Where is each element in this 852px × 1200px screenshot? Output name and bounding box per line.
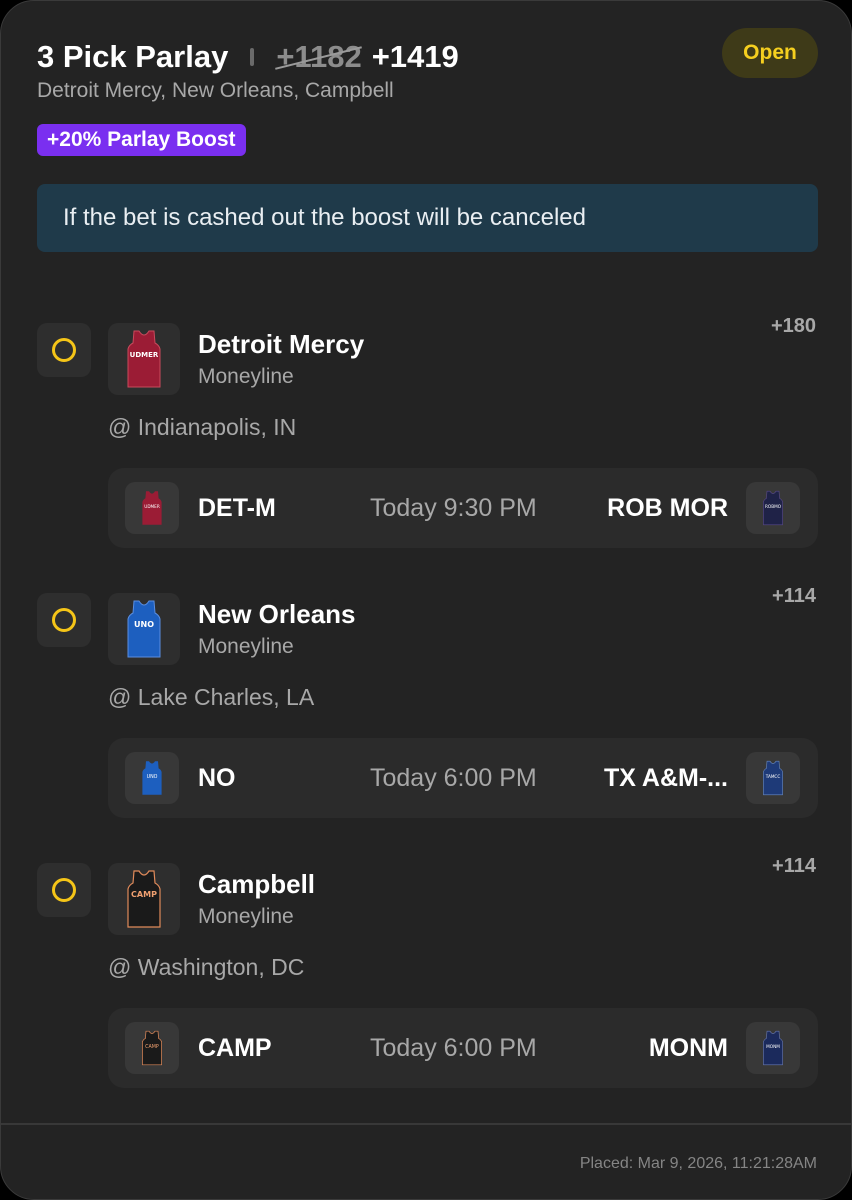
team-jersey-icon: UDMER: [108, 323, 180, 395]
status-badge: Open: [722, 28, 818, 78]
home-jersey-icon: UDMER: [125, 482, 179, 534]
matchup-row[interactable]: UDMER DET-M Today 9:30 PM ROB MOR ROBMO: [108, 468, 818, 548]
parlay-teams-subtitle: Detroit Mercy, New Orleans, Campbell: [37, 79, 394, 102]
parlay-leg[interactable]: UNO New Orleans Moneyline +114 @ Lake Ch…: [1, 585, 851, 863]
original-odds: +1182: [276, 39, 362, 74]
matchup-row[interactable]: CAMP CAMP Today 6:00 PM MONM MONM: [108, 1008, 818, 1088]
pick-status-icon: [37, 863, 91, 917]
svg-text:MONM: MONM: [766, 1044, 780, 1049]
leg-odds: +114: [772, 855, 816, 877]
leg-market: Moneyline: [198, 905, 294, 928]
cashout-notice: If the bet is cashed out the boost will …: [37, 184, 818, 252]
team-jersey-icon: UNO: [108, 593, 180, 665]
leg-odds: +180: [770, 315, 816, 337]
svg-text:UNO: UNO: [134, 620, 154, 629]
svg-text:UDMER: UDMER: [130, 351, 159, 359]
team-jersey-icon: CAMP: [108, 863, 180, 935]
away-team-abbr: ROB MOR: [607, 494, 728, 522]
pick-status-icon: [37, 323, 91, 377]
leg-team-name: New Orleans: [198, 599, 356, 629]
leg-team-name: Detroit Mercy: [198, 329, 365, 359]
leg-location: @ Lake Charles, LA: [108, 684, 315, 710]
boosted-odds: +1419: [371, 39, 459, 74]
parlay-header: 3 Pick Parlay +1182 +1419: [37, 37, 459, 77]
matchup-row[interactable]: UNO NO Today 6:00 PM TX A&M-... TAMCC: [108, 738, 818, 818]
game-time: Today 6:00 PM: [370, 1034, 537, 1062]
leg-team-name: Campbell: [198, 869, 316, 899]
leg-market: Moneyline: [198, 635, 294, 658]
leg-odds: +114: [772, 585, 816, 607]
leg-location: @ Washington, DC: [108, 954, 305, 980]
footer-divider: [1, 1123, 851, 1125]
home-team-abbr: NO: [198, 764, 236, 792]
leg-market: Moneyline: [198, 365, 294, 388]
parlay-title: 3 Pick Parlay: [37, 39, 229, 74]
parlay-boost-badge: +20% Parlay Boost: [37, 124, 246, 156]
game-time: Today 6:00 PM: [370, 764, 537, 792]
home-jersey-icon: CAMP: [125, 1022, 179, 1074]
svg-text:CAMP: CAMP: [131, 890, 157, 899]
game-time: Today 9:30 PM: [370, 494, 537, 522]
away-jersey-icon: ROBMO: [746, 482, 800, 534]
title-separator: [250, 48, 255, 66]
away-team-abbr: TX A&M-...: [603, 764, 728, 792]
placed-timestamp: Placed: Mar 9, 2026, 11:21:28AM: [579, 1155, 817, 1172]
svg-text:TAMCC: TAMCC: [765, 774, 781, 779]
parlay-leg[interactable]: CAMP Campbell Moneyline +114 @ Washingto…: [1, 855, 851, 1133]
svg-text:UNO: UNO: [147, 774, 158, 780]
away-jersey-icon: MONM: [746, 1022, 800, 1074]
svg-text:ROBMO: ROBMO: [765, 504, 782, 509]
pick-status-icon: [37, 593, 91, 647]
parlay-leg[interactable]: UDMER Detroit Mercy Moneyline +180 @ Ind…: [1, 315, 851, 593]
parlay-card: 3 Pick Parlay +1182 +1419 Open Detroit M…: [0, 0, 852, 1200]
cashout-notice-text: If the bet is cashed out the boost will …: [63, 204, 586, 231]
home-jersey-icon: UNO: [125, 752, 179, 804]
away-team-abbr: MONM: [648, 1034, 728, 1062]
svg-text:UDMER: UDMER: [144, 504, 160, 509]
svg-text:CAMP: CAMP: [145, 1044, 159, 1050]
home-team-abbr: CAMP: [198, 1034, 272, 1062]
home-team-abbr: DET-M: [198, 494, 276, 522]
away-jersey-icon: TAMCC: [746, 752, 800, 804]
leg-location: @ Indianapolis, IN: [108, 414, 297, 440]
